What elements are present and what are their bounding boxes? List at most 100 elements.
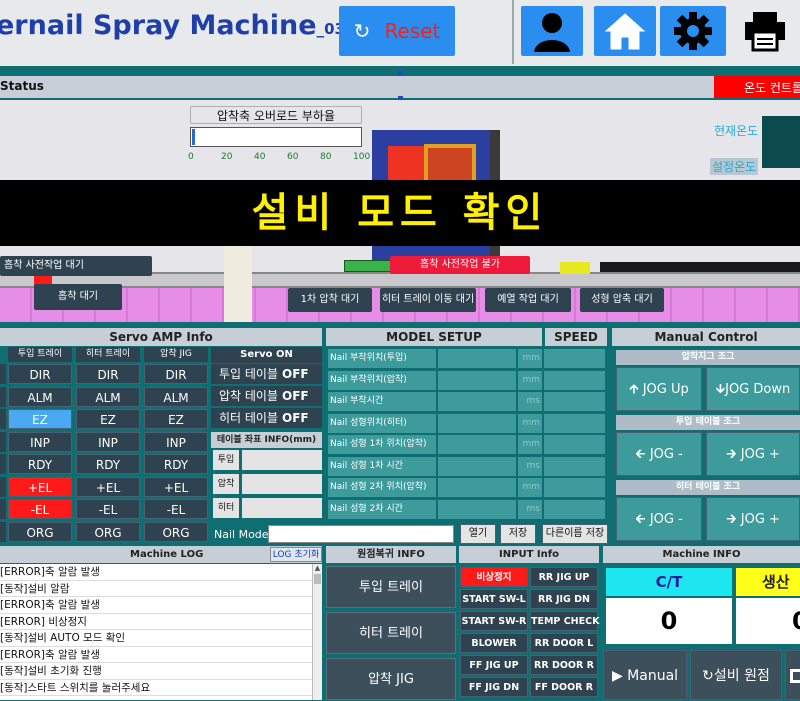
model-row-value[interactable] (438, 370, 516, 390)
model-row-unit: ms (518, 456, 542, 476)
servo-on-toggle[interactable]: 투입 테이블 OFF (211, 364, 322, 384)
ct-label: C/T (606, 568, 732, 596)
overload-title: 압착축 오버로드 부하율 (190, 106, 362, 124)
speed-value[interactable] (544, 392, 605, 411)
log-reset-button[interactable]: LOG 초기화 (270, 547, 322, 562)
model-row-unit: mm (518, 478, 542, 497)
home-return-button[interactable]: 투입 트레이 (326, 566, 456, 608)
set-temp-value (762, 136, 800, 168)
status-handle (398, 71, 403, 76)
input-indicator: 비상정지 (460, 567, 528, 587)
jog-up-button[interactable]: 🡱 JOG Up (616, 367, 702, 411)
speed-value[interactable] (544, 499, 605, 519)
servo-on-toggle[interactable]: 히터 테이블 OFF (211, 408, 322, 428)
speed-value[interactable] (544, 435, 605, 454)
log-entry: [동작]스타트 스위치를 눌러주세요 (0, 680, 312, 696)
machine-home-button[interactable]: ↻설비 원점 (690, 650, 782, 700)
model-row-unit: ms (518, 392, 542, 411)
speed-value[interactable] (544, 349, 605, 368)
home-return-button[interactable]: 히터 트레이 (326, 612, 456, 654)
model-row-label: Nail 성형위치(히터) (328, 413, 436, 433)
servo-column-header: 히터 트레이 (76, 347, 140, 362)
speed-value[interactable] (544, 370, 605, 390)
servo-status-ez: EZ (144, 409, 208, 429)
servo-on-toggle[interactable]: 압착 테이블 OFF (211, 386, 322, 406)
production-value: 0 (736, 598, 800, 644)
servo-row-edge (0, 364, 6, 384)
log-entry: [ERROR]축 알람 발생 (0, 597, 312, 614)
open-button[interactable]: 열기 (460, 524, 496, 544)
heater-jog-minus-button[interactable]: 🡰 JOG - (616, 497, 702, 541)
servo-on-state: OFF (282, 411, 309, 425)
servo-status-dir: DIR (144, 364, 208, 384)
servo-on-label: 투입 테이블 (219, 367, 279, 381)
overload-tick-label: 60 (287, 152, 299, 162)
home-return-button[interactable]: 압착 JIG (326, 658, 456, 700)
print-button[interactable] (730, 6, 800, 56)
speed-header: SPEED (545, 328, 607, 346)
home-button[interactable] (594, 6, 656, 56)
model-row-value[interactable] (438, 478, 516, 497)
servo-status-inp: INP (76, 431, 140, 452)
heater-block (388, 146, 424, 182)
press-jig-jog-label: 압착지그 조그 (616, 350, 800, 365)
stop-button[interactable] (785, 650, 800, 700)
heater-jog-plus-button[interactable]: 🡲 JOG + (706, 497, 800, 541)
temp-control-button[interactable]: 온도 컨트롤 (714, 76, 800, 98)
production-label: 생산 (736, 568, 800, 596)
servo-status-rdy: RDY (144, 454, 208, 474)
model-row-value[interactable] (438, 413, 516, 433)
servo-status-alm: ALM (144, 386, 208, 407)
speed-value[interactable] (544, 478, 605, 497)
save-button[interactable]: 저장 (500, 524, 536, 544)
machine-view: 현재온도 설정온도 압착축 오버로드 부하율 0 20 40 60 80 100 설비 모… (0, 100, 800, 322)
model-row-value[interactable] (438, 349, 516, 368)
status-tag-suction-prework-wait: 흡착 사전작업 대기 (0, 256, 152, 276)
log-entry: [동작]설비 초기화 진행 (0, 663, 312, 680)
reset-button[interactable]: ↻ Reset (339, 6, 455, 56)
settings-button[interactable] (660, 6, 726, 56)
servo-status-plusminus-el: +EL (76, 476, 140, 497)
save-as-button[interactable]: 다른이름 저장 (542, 524, 608, 544)
model-row-unit: ms (518, 499, 542, 519)
servo-status-dir: DIR (76, 364, 140, 384)
servo-grid: 투입 트레이 히터 트레이 압착 JIG DIR DIR DIR ALM ALM ALM EZ EZ… (0, 346, 210, 542)
stage-tag-2: 히터 트레이 이동 대기 (380, 288, 476, 312)
servo-row-edge (0, 476, 6, 497)
log-entry: [ERROR]축 알람 발생 (0, 647, 312, 663)
jog-down-button[interactable]: 🡳JOG Down (706, 367, 800, 411)
input-indicator: RR JIG DN (530, 589, 598, 609)
servo-status-org: ORG (8, 521, 72, 542)
servo-status-org: ORG (76, 521, 140, 542)
input-jog-plus-button[interactable]: 🡲 JOG + (706, 432, 800, 476)
model-row-value[interactable] (438, 392, 516, 411)
stage-tag-3: 예열 작업 대기 (485, 288, 571, 312)
input-jog-minus-button[interactable]: 🡰 JOG - (616, 432, 702, 476)
stop-icon (790, 669, 800, 683)
arrow-left-icon: 🡰 (635, 447, 646, 462)
coord-row-label: 히터 (213, 498, 239, 518)
overload-tick-label: 100 (353, 152, 371, 162)
servo-status-org: ORG (144, 521, 208, 542)
home-return-header: 원점복귀 INFO (326, 546, 456, 563)
overload-tick-label: 20 (221, 152, 233, 162)
log-entry: [동작]설비 AUTO 모드 확인 (0, 630, 312, 647)
play-icon: ▶ (611, 668, 623, 684)
manual-mode-button[interactable]: ▶ Manual (603, 650, 687, 700)
input-indicator: START SW-L (460, 589, 528, 609)
model-setup-header: MODEL SETUP (326, 328, 542, 346)
log-scrollbar[interactable]: ▲ (312, 564, 322, 700)
model-row-label: Nail 성형 1차 위치(압착) (328, 435, 436, 454)
nail-model-input[interactable] (268, 525, 454, 543)
model-row-value[interactable] (438, 499, 516, 519)
model-row-value[interactable] (438, 435, 516, 454)
speed-value[interactable] (544, 413, 605, 433)
model-row-value[interactable] (438, 456, 516, 476)
servo-status-ez: EZ (76, 409, 140, 429)
input-indicator: RR DOOR L (530, 633, 598, 653)
input-indicator: TEMP CHECK (530, 611, 599, 631)
user-button[interactable] (521, 6, 583, 56)
servo-status-minus-el: -EL (8, 499, 72, 519)
servo-status-rdy: RDY (76, 454, 140, 474)
speed-value[interactable] (544, 456, 605, 476)
